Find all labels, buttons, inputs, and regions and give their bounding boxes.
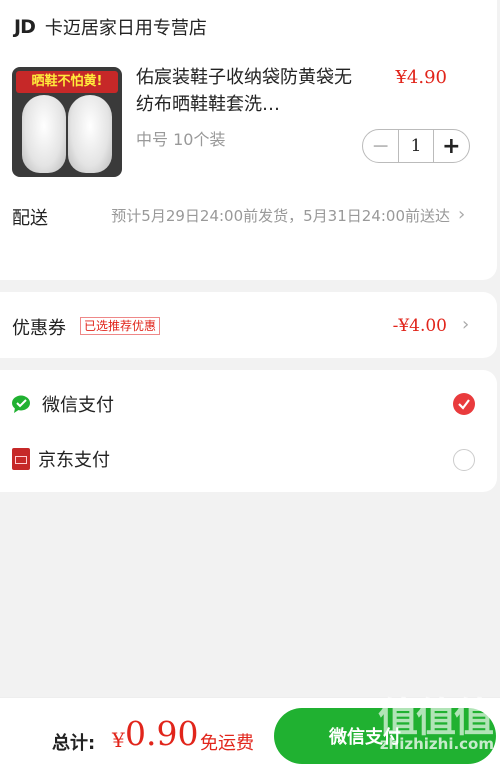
increase-quantity-button[interactable]: + [434, 130, 469, 162]
product-image[interactable]: 晒鞋不怕黄! [12, 67, 122, 177]
checkmark-icon [458, 399, 470, 410]
coupon-chevron-right-icon[interactable]: › [462, 314, 469, 335]
payment-option-label: 京东支付 [38, 450, 110, 471]
product-title[interactable]: 佑宸装鞋子收纳袋防黄袋无纺布晒鞋鞋套洗… [136, 64, 364, 118]
shoe-bag-image-left [22, 95, 66, 173]
total-label: 总计: [52, 733, 96, 754]
payment-option-label: 微信支付 [42, 395, 114, 416]
delivery-estimate[interactable]: 预计5月29日24:00前发货，5月31日24:00前送达 [104, 203, 450, 229]
product-spec[interactable]: 中号 10个装 [136, 126, 225, 150]
payment-method-card: 微信支付 京东支付 [0, 370, 497, 492]
quantity-value[interactable]: 1 [398, 130, 434, 162]
wechat-pay-radio-checked[interactable] [453, 393, 475, 415]
order-item-card: JD 卡迈居家日用专营店 晒鞋不怕黄! 佑宸装鞋子收纳袋防黄袋无纺布晒鞋鞋套洗…… [0, 0, 497, 280]
payment-option-jd[interactable]: 京东支付 [12, 444, 110, 474]
shoe-bag-image-right [68, 95, 112, 173]
delivery-chevron-right-icon[interactable]: › [458, 204, 465, 225]
coupon-recommended-tag: 已选推荐优惠 [80, 317, 161, 335]
coupon-discount-value: -¥4.00 [392, 316, 447, 336]
jd-logo: JD [14, 16, 36, 38]
product-price: ¥4.90 [395, 67, 447, 88]
quantity-stepper: − 1 + [362, 129, 470, 163]
total-currency-symbol: ¥ [112, 728, 125, 752]
free-shipping-note: 免运费 [200, 733, 254, 754]
jd-pay-icon [12, 448, 30, 470]
jd-pay-radio-unchecked[interactable] [453, 449, 475, 471]
submit-payment-button[interactable]: 微信支付 [274, 708, 496, 764]
delivery-label: 配送 [12, 208, 48, 229]
store-header[interactable]: JD 卡迈居家日用专营店 [14, 14, 207, 40]
total-amount: 0.90 [125, 714, 199, 753]
wechat-pay-icon [12, 395, 34, 413]
checkout-bar: 总计: ¥ 0.90 免运费 微信支付 [0, 697, 500, 765]
store-name[interactable]: 卡迈居家日用专营店 [45, 14, 207, 40]
decrease-quantity-button[interactable]: − [363, 130, 398, 162]
coupon-label: 优惠券 [12, 318, 66, 339]
payment-option-wechat[interactable]: 微信支付 [12, 389, 114, 419]
product-image-banner: 晒鞋不怕黄! [16, 71, 118, 93]
coupon-row[interactable]: 优惠券 已选推荐优惠 -¥4.00 › [0, 292, 497, 358]
